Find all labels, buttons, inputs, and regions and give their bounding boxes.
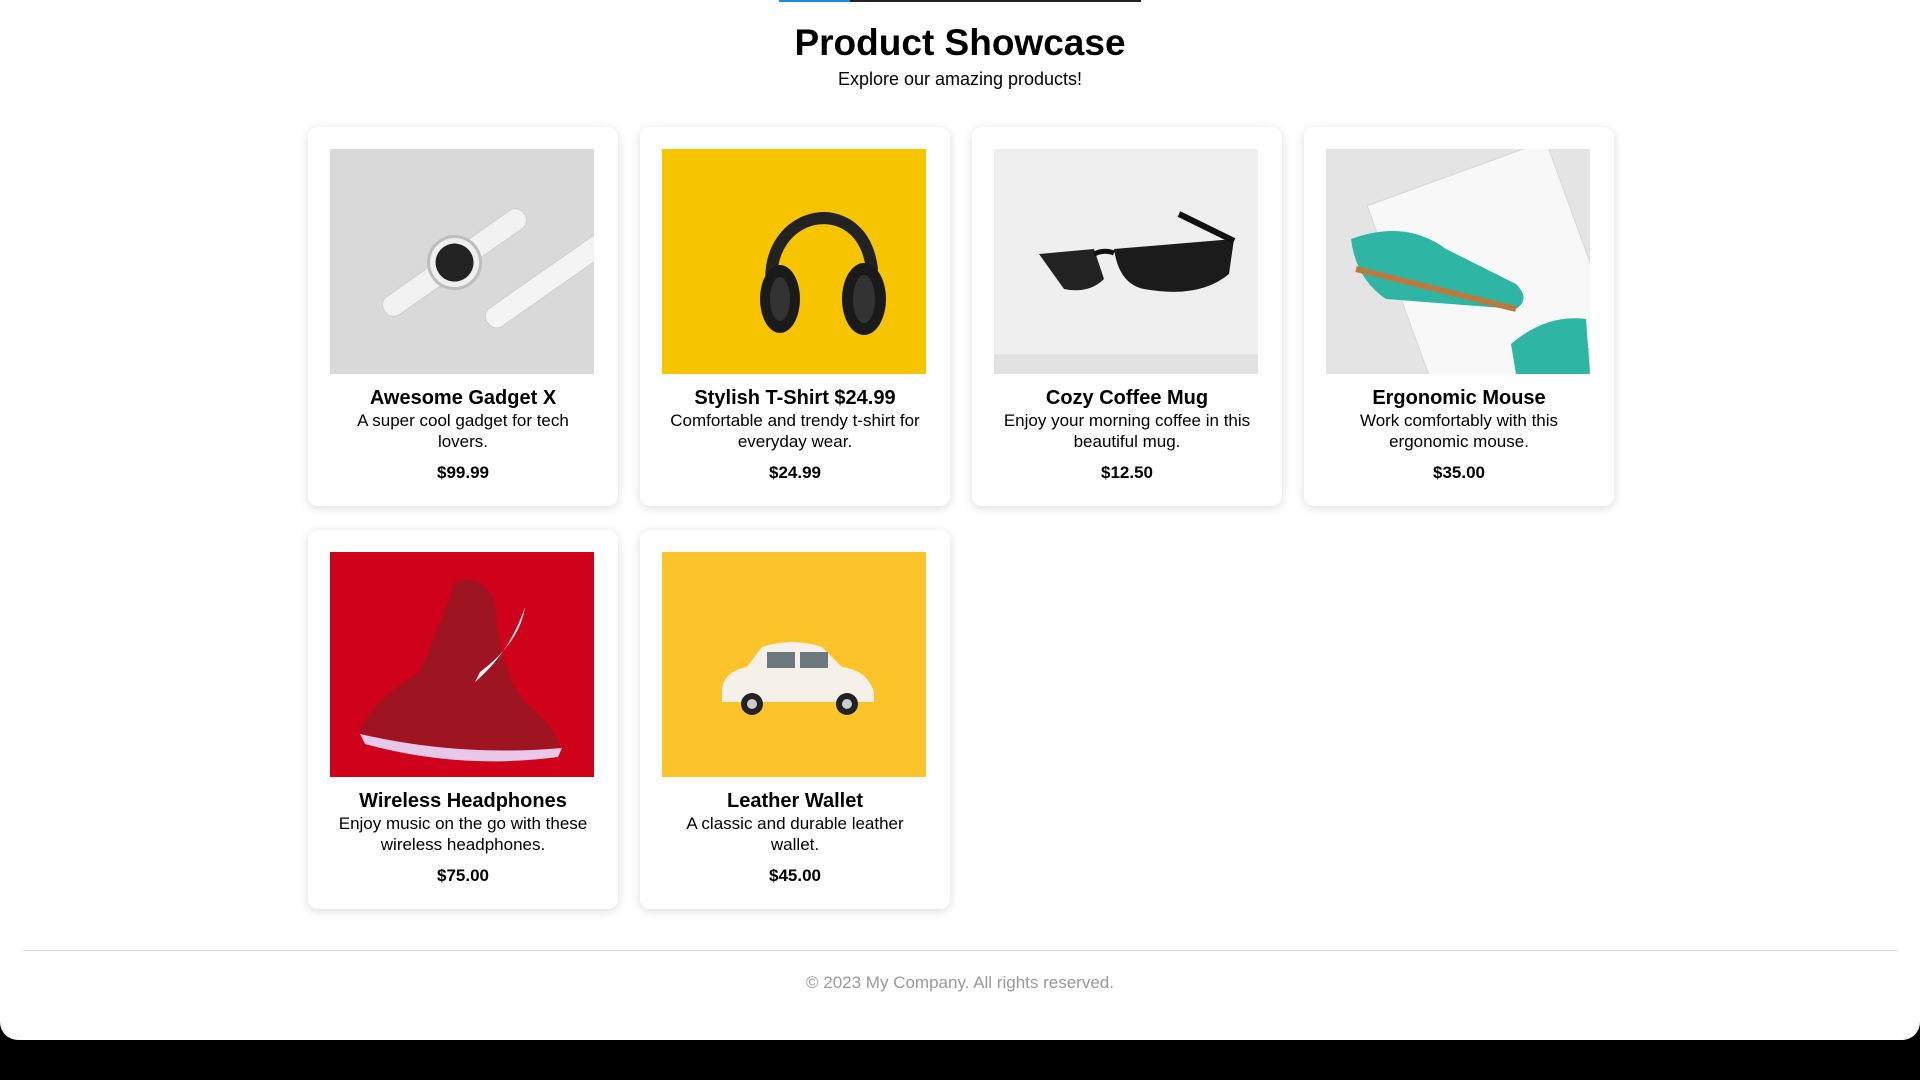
product-name[interactable]: Cozy Coffee Mug [994,386,1260,410]
product-price: $24.99 [769,463,821,482]
product-card[interactable]: Leather Wallet A classic and durable lea… [640,530,950,909]
sunglasses-icon [994,149,1258,374]
product-grid: Awesome Gadget X A super cool gadget for… [308,127,1614,909]
product-name[interactable]: Stylish T-Shirt $24.99 [662,386,928,410]
footer-divider [23,950,1898,951]
loading-bar-progress [779,0,850,2]
product-image[interactable] [662,552,926,777]
product-name[interactable]: Leather Wallet [662,789,928,813]
product-description: A classic and durable leather wallet. [686,814,904,854]
shoes-icon [1326,149,1590,374]
product-image[interactable] [662,149,926,374]
product-image[interactable] [330,552,594,777]
product-card[interactable]: Cozy Coffee Mug Enjoy your morning coffe… [972,127,1282,506]
product-description: Enjoy music on the go with these wireles… [338,814,588,854]
headphones-icon [662,149,926,374]
product-price: $12.50 [1101,463,1153,482]
product-price: $45.00 [769,866,821,885]
product-price: $75.00 [437,866,489,885]
sneaker-icon [330,552,594,777]
product-card[interactable]: Ergonomic Mouse Work comfortably with th… [1304,127,1614,506]
product-image[interactable] [994,149,1258,374]
product-price: $99.99 [437,463,489,482]
product-description: Work comfortably with this ergonomic mou… [1359,411,1559,451]
product-card[interactable]: Awesome Gadget X A super cool gadget for… [308,127,618,506]
product-image[interactable] [330,149,594,374]
copyright-text: © 2023 My Company. All rights reserved. [806,973,1114,992]
watch-icon [330,149,594,374]
footer: © 2023 My Company. All rights reserved. [0,973,1920,993]
product-image[interactable] [1326,149,1590,374]
product-name[interactable]: Wireless Headphones [330,789,596,813]
product-description: A super cool gadget for tech lovers. [357,411,569,451]
page-subtitle: Explore our amazing products! [837,69,1083,89]
product-name[interactable]: Awesome Gadget X [330,386,596,410]
product-card[interactable]: Wireless Headphones Enjoy music on the g… [308,530,618,909]
product-card[interactable]: Stylish T-Shirt $24.99 Comfortable and t… [640,127,950,506]
page-title: Product Showcase [794,22,1126,63]
product-price: $35.00 [1433,463,1485,482]
loading-bar [779,0,1141,2]
toy-car-icon [662,552,926,777]
page: Product Showcase Explore our amazing pro… [0,0,1920,1040]
product-name[interactable]: Ergonomic Mouse [1326,386,1592,410]
product-description: Enjoy your morning coffee in this beauti… [1003,411,1251,451]
page-header: Product Showcase Explore our amazing pro… [0,20,1920,90]
product-description: Comfortable and trendy t-shirt for every… [670,411,920,451]
